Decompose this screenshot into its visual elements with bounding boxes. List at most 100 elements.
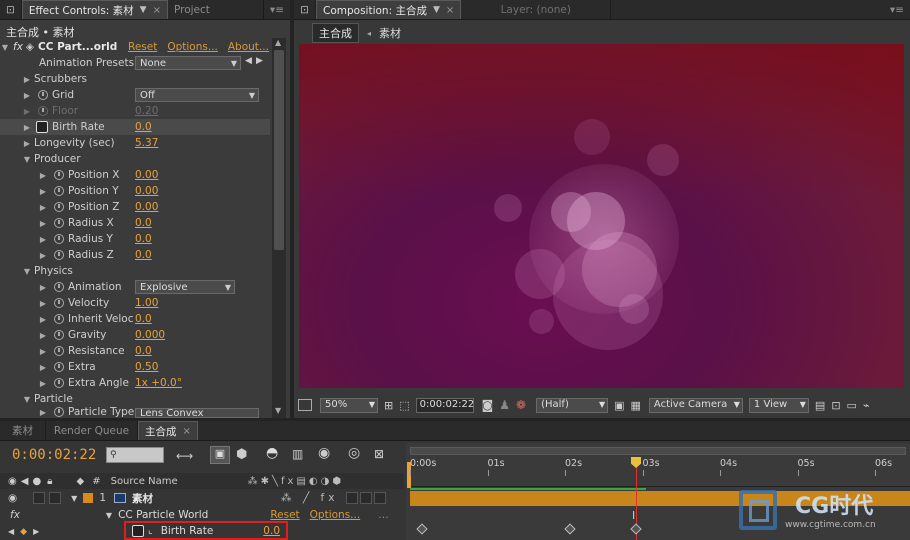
solo-icon[interactable]: ● [32, 476, 41, 487]
particle-type-dropdown[interactable]: Lens Convex [135, 408, 259, 418]
layer-switch-boxes[interactable] [346, 492, 387, 504]
longevity-value[interactable]: 5.37 [135, 137, 158, 149]
collapsed-triangle-icon[interactable]: ▶ [38, 379, 48, 388]
flowchart-icon[interactable]: ⌁ [863, 399, 870, 412]
producer-group-row[interactable]: ▼ Producer [0, 151, 81, 167]
stopwatch-icon[interactable] [38, 90, 48, 100]
prev-keyframe-icon[interactable]: ◀ [8, 527, 14, 536]
safe-zones-icon[interactable]: ⊞ [384, 399, 393, 412]
tab-effect-controls[interactable]: Effect Controls: 素材 ▼ × [21, 0, 168, 19]
eye-toggle-icon[interactable]: ◉ [8, 492, 17, 504]
scroll-down-icon[interactable]: ▼ [275, 406, 281, 415]
grid-dropdown[interactable]: Off ▼ [135, 88, 259, 102]
layer-name[interactable]: 素材 [132, 491, 153, 506]
radius-x-value[interactable]: 0.0 [135, 217, 152, 229]
expand-triangle-icon[interactable]: ▼ [22, 395, 32, 404]
scroll-up-icon[interactable]: ▲ [275, 38, 281, 47]
gravity-value[interactable]: 0.000 [135, 329, 165, 341]
source-name-header[interactable]: Source Name [111, 476, 178, 487]
collapsed-triangle-icon[interactable]: ▶ [22, 75, 32, 84]
stopwatch-icon[interactable] [54, 234, 64, 244]
tab-main-comp[interactable]: 主合成 × [138, 421, 198, 440]
zoom-dropdown[interactable]: 50% ▼ [320, 397, 378, 413]
stopwatch-icon[interactable] [54, 330, 64, 340]
animation-dropdown[interactable]: Explosive ▼ [135, 280, 235, 294]
stopwatch-icon[interactable] [54, 407, 64, 417]
layer-row[interactable]: ◉ ▼ 1 素材 ⁂ ╱ fx [0, 490, 404, 506]
expand-triangle-icon[interactable]: ▼ [0, 43, 10, 52]
keyframe-toggle-icon[interactable]: ◆ [20, 527, 27, 537]
inherit-velocity-value[interactable]: 0.0 [135, 313, 152, 325]
birth-rate-highlight-box[interactable]: ⌞ Birth Rate 0.0 [124, 521, 288, 540]
graph-editor-icon[interactable]: ⊠ [374, 447, 384, 461]
hide-shy-layers-icon[interactable]: ◓ [266, 445, 278, 461]
resistance-value[interactable]: 0.0 [135, 345, 152, 357]
tab-layer[interactable]: Layer: (none) [461, 0, 612, 19]
stopwatch-icon[interactable] [54, 186, 64, 196]
stopwatch-icon[interactable] [54, 282, 64, 292]
expand-triangle-icon[interactable]: ▼ [22, 155, 32, 164]
brainstorm-icon[interactable]: ◎ [348, 445, 360, 461]
label-tag-icon[interactable]: ◆ [77, 476, 85, 487]
panel-menu-icon[interactable]: ▾≡ [884, 0, 910, 19]
radius-z-value[interactable]: 0.0 [135, 249, 152, 261]
particle-group-row[interactable]: ▼ Particle [0, 391, 73, 407]
collapsed-triangle-icon[interactable]: ▶ [38, 203, 48, 212]
live-update-icon[interactable]: ▣ [210, 446, 230, 464]
collapsed-triangle-icon[interactable]: ▶ [22, 91, 32, 100]
tab-render-queue[interactable]: Render Queue [46, 421, 138, 440]
collapsed-triangle-icon[interactable]: ▶ [38, 283, 48, 292]
stopwatch-icon[interactable] [54, 362, 64, 372]
timeline-link-icon[interactable]: ▭ [847, 399, 857, 412]
stopwatch-icon[interactable] [54, 250, 64, 260]
stopwatch-icon[interactable] [54, 346, 64, 356]
collapsed-triangle-icon[interactable]: ▶ [38, 299, 48, 308]
fx-icon[interactable]: fx [13, 41, 23, 53]
draft-3d-icon[interactable]: ⬢ [236, 447, 247, 462]
snapshot-icon[interactable]: ◙ [482, 398, 494, 412]
effect-panel-scrollbar[interactable]: ▲ ▼ [272, 38, 286, 418]
close-icon[interactable]: × [183, 426, 191, 437]
velocity-value[interactable]: 1.00 [135, 297, 158, 309]
fx-icon[interactable]: fx [10, 509, 20, 521]
fast-previews-icon[interactable]: ▣ [614, 399, 624, 412]
crumb-source[interactable]: 素材 [379, 25, 401, 41]
collapsed-triangle-icon[interactable]: ▶ [38, 315, 48, 324]
solo-box[interactable] [33, 492, 46, 504]
close-icon[interactable]: × [153, 5, 161, 16]
transparency-grid-icon[interactable]: ▦ [631, 399, 641, 412]
stopwatch-icon[interactable] [54, 378, 64, 388]
timeline-timecode[interactable]: 0:00:02:22 [12, 447, 96, 463]
collapsed-triangle-icon[interactable]: ▶ [38, 347, 48, 356]
scrollbar-thumb[interactable] [274, 50, 284, 250]
eye-icon[interactable]: ◉ [8, 476, 17, 487]
stopwatch-icon[interactable] [54, 202, 64, 212]
region-of-interest-icon[interactable]: ⬚ [399, 399, 409, 412]
close-icon[interactable]: × [446, 5, 454, 16]
audio-icon[interactable]: ◀ [21, 476, 29, 487]
tab-composition[interactable]: Composition: 主合成 ▼ × [316, 0, 462, 19]
graph-icon[interactable]: ⌞ [148, 525, 153, 536]
tab-source-comp[interactable]: 素材 [0, 421, 46, 440]
collapsed-triangle-icon[interactable]: ▶ [38, 187, 48, 196]
collapsed-triangle-icon[interactable]: ▶ [38, 363, 48, 372]
chevron-down-icon[interactable]: ▼ [433, 5, 440, 15]
keyframe[interactable] [630, 523, 642, 535]
collapsed-triangle-icon[interactable]: ▶ [38, 331, 48, 340]
expand-triangle-icon[interactable]: ▼ [106, 511, 112, 520]
next-preset-icon[interactable]: ▶ [256, 56, 263, 66]
frame-blending-icon[interactable]: ▥ [292, 447, 303, 461]
stopwatch-icon[interactable] [54, 298, 64, 308]
next-keyframe-icon[interactable]: ▶ [33, 527, 39, 536]
show-snapshot-icon[interactable]: ♟ [499, 398, 510, 412]
motion-blur-icon[interactable]: ◉ [318, 445, 330, 461]
property-value[interactable]: 0.0 [263, 525, 280, 537]
physics-group-row[interactable]: ▼ Physics [0, 263, 73, 279]
timeline-search-input[interactable]: ⚲ [106, 447, 164, 463]
always-preview-icon[interactable] [298, 399, 312, 411]
crumb-main-comp[interactable]: 主合成 [312, 23, 359, 43]
about-link[interactable]: About... [228, 41, 269, 53]
views-dropdown[interactable]: 1 View ▼ [748, 397, 809, 413]
comp-mini-flowchart-icon[interactable]: ⟷ [176, 449, 193, 463]
toggle-pixel-aspect-icon[interactable]: ▤ [815, 399, 825, 412]
